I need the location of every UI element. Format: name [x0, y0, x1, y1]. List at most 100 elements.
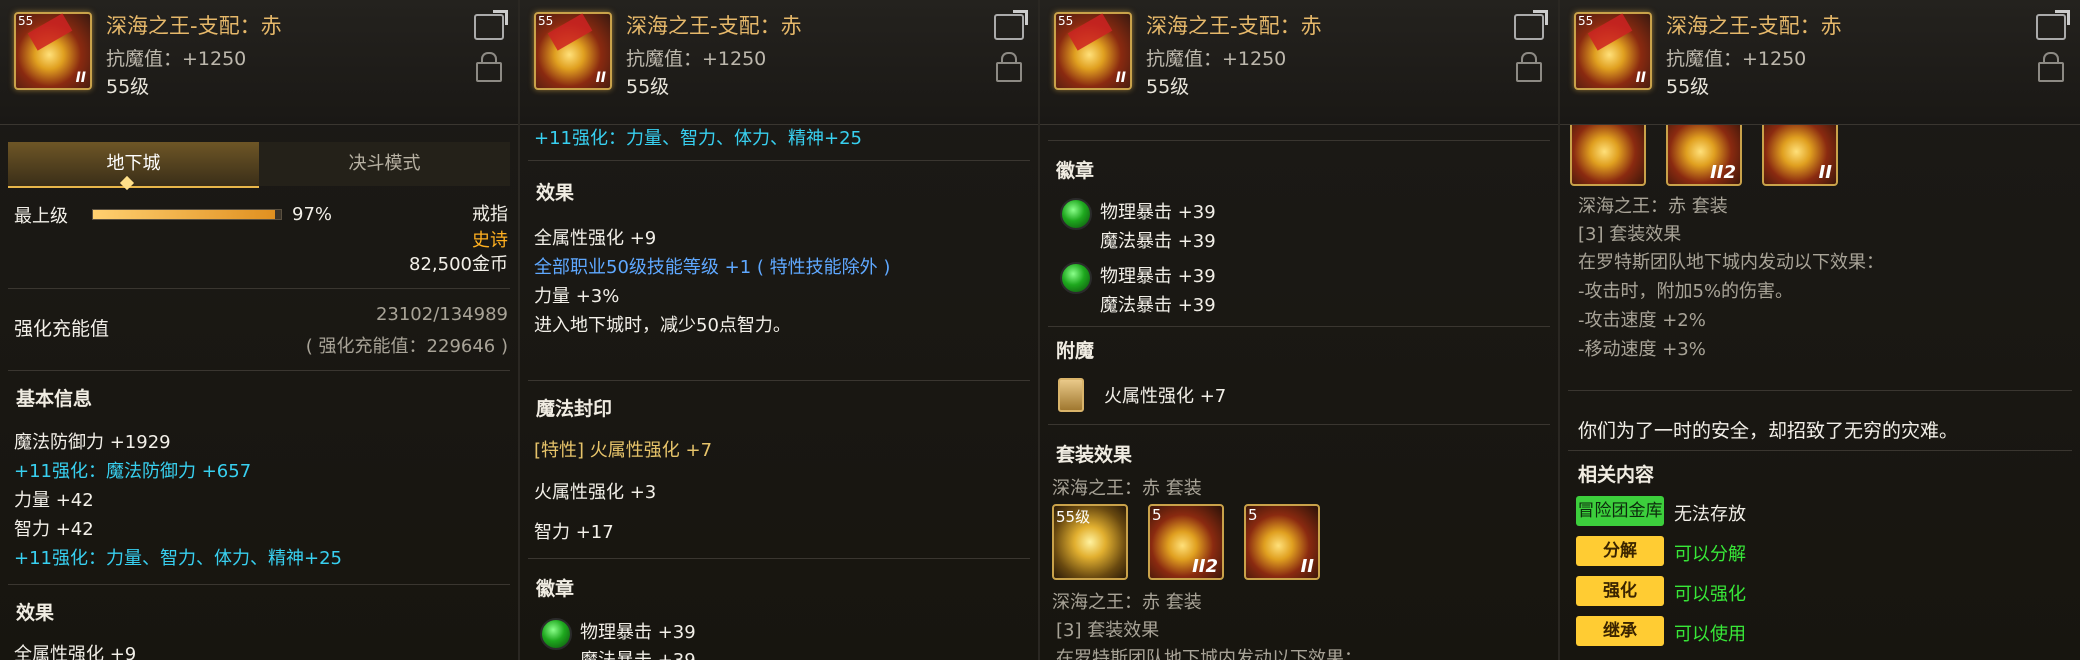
divider	[8, 288, 510, 289]
item-stat: 抗魔值：+1250	[626, 48, 767, 70]
enchant-title: 附魔	[1056, 340, 1095, 362]
lock-icon[interactable]	[1516, 52, 1542, 82]
set-title: 套装效果	[1056, 444, 1133, 466]
item-icon: 55 II	[1054, 12, 1132, 90]
item-name: 深海之王-支配：赤	[1146, 14, 1322, 38]
item-name: 深海之王-支配：赤	[106, 14, 282, 38]
effect-line: 全属性强化 +9	[534, 228, 657, 249]
set-effect-line: -移动速度 +3%	[1578, 339, 1706, 360]
grade-percent: 97%	[292, 204, 333, 225]
ribbon-icon	[547, 13, 593, 51]
item-type: 戒指	[472, 204, 508, 225]
emblem-line: 魔法暴击 +39	[1100, 231, 1216, 252]
item-price: 82,500金币	[409, 254, 508, 275]
item-stat: 抗魔值：+1250	[1146, 48, 1287, 70]
disassemble-status: 可以分解	[1674, 544, 1746, 565]
set-item-icon[interactable]: 5 II	[1244, 504, 1320, 580]
charge-sub: ( 强化充能值：229646 )	[305, 336, 508, 357]
flavor-text: 你们为了一时的安全，却招致了无穷的灾难。	[1578, 420, 1959, 442]
divider	[1048, 424, 1550, 425]
set-item-icon[interactable]: 5 II2	[1148, 504, 1224, 580]
set-item-level: 5	[1248, 506, 1258, 524]
inherit-tag[interactable]: 继承	[1576, 616, 1664, 646]
set-effect-line: 在罗特斯团队地下城内发动以下效果：	[1578, 252, 1884, 273]
ribbon-icon	[1067, 13, 1113, 51]
set-effect-label: [3] 套装效果	[1056, 620, 1160, 641]
disassemble-tag[interactable]: 分解	[1576, 536, 1664, 566]
share-icon[interactable]	[474, 14, 504, 40]
ribbon-icon	[27, 13, 73, 51]
icon-level-tag: 55	[18, 14, 34, 28]
item-stat: 抗魔值：+1250	[106, 48, 247, 70]
inherit-status: 可以使用	[1674, 624, 1746, 645]
item-icon: 55 II	[534, 12, 612, 90]
lock-icon[interactable]	[476, 52, 502, 82]
lock-icon[interactable]	[996, 52, 1022, 82]
share-icon[interactable]	[2036, 14, 2066, 40]
item-name: 深海之王-支配：赤	[1666, 14, 1842, 38]
guild-vault-tag: 冒险团金库	[1576, 496, 1664, 526]
item-name: 深海之王-支配：赤	[626, 14, 802, 38]
item-level: 55级	[1666, 76, 1710, 98]
emblem-line: 物理暴击 +39	[1100, 266, 1216, 287]
emblem-line: 物理暴击 +39	[1100, 202, 1216, 223]
item-rarity: 史诗	[472, 230, 508, 251]
tab-dungeon[interactable]: 地下城	[8, 142, 259, 188]
basic-line: +11强化：力量、智力、体力、精神+25	[534, 128, 862, 149]
emblem-line: 魔法暴击 +39	[580, 646, 696, 660]
emblem-title: 徽章	[536, 578, 575, 600]
basic-line: 魔法防御力 +1929	[14, 432, 171, 453]
icon-level-tag: 55	[1058, 14, 1074, 28]
share-icon[interactable]	[994, 14, 1024, 40]
enchant-card-icon	[1058, 378, 1084, 412]
tooltip-panel-2: 55 II 深海之王-支配：赤 抗魔值：+1250 55级 +11强化：力量、智…	[520, 0, 1040, 660]
enchant-line: 火属性强化 +7	[1104, 386, 1227, 407]
set-item-mark: II2	[1710, 162, 1736, 183]
effect-title: 效果	[536, 182, 575, 204]
charge-label: 强化充能值	[14, 318, 110, 340]
green-gem-icon	[1060, 262, 1092, 294]
divider	[1568, 450, 2072, 451]
divider	[528, 160, 1030, 161]
set-name: 深海之王：赤 套装	[1052, 478, 1202, 499]
icon-level-tag: 55	[1578, 14, 1594, 28]
reinforce-tag[interactable]: 强化	[1576, 576, 1664, 606]
icon-mark: II	[595, 70, 606, 86]
set-effect-line: 在罗特斯团队地下城内发动以下效果：	[1056, 648, 1362, 660]
item-header: 55 II 深海之王-支配：赤 抗魔值：+1250 55级	[0, 0, 518, 125]
set-effect-line: -攻击速度 +2%	[1578, 310, 1706, 331]
reinforce-status: 可以强化	[1674, 584, 1746, 605]
set-item-icon[interactable]: 55级	[1052, 504, 1128, 580]
seal-title: 魔法封印	[536, 398, 613, 420]
divider	[528, 380, 1030, 381]
tooltip-panel-4: II2 II 55 II 深海之王-支配：赤 抗魔值：+1250 55级 深海之…	[1560, 0, 2080, 660]
set-item-mark: II	[1818, 162, 1832, 183]
icon-mark: II	[1635, 70, 1646, 86]
set-name: 深海之王：赤 套装	[1578, 196, 1728, 217]
divider	[1048, 326, 1550, 327]
green-gem-icon	[540, 618, 572, 650]
seal-line: [特性] 火属性强化 +7	[534, 440, 713, 461]
tab-duel[interactable]: 决斗模式	[259, 142, 510, 186]
guild-vault-status: 无法存放	[1674, 504, 1746, 525]
basic-info-title: 基本信息	[16, 388, 93, 410]
item-header: 55 II 深海之王-支配：赤 抗魔值：+1250 55级	[1040, 0, 1558, 125]
share-icon[interactable]	[1514, 14, 1544, 40]
seal-line: 智力 +17	[534, 522, 614, 543]
icon-mark: II	[75, 70, 86, 86]
lock-icon[interactable]	[2038, 52, 2064, 82]
divider	[8, 584, 510, 585]
set-effect-label: [3] 套装效果	[1578, 224, 1682, 245]
item-level: 55级	[626, 76, 670, 98]
grade-bar	[92, 209, 282, 220]
set-name: 深海之王：赤 套装	[1052, 592, 1202, 613]
emblem-line: 物理暴击 +39	[580, 622, 696, 643]
charge-value: 23102/134989	[375, 304, 508, 325]
divider	[1048, 140, 1550, 141]
item-header: 55 II 深海之王-支配：赤 抗魔值：+1250 55级	[520, 0, 1038, 125]
item-icon: 55 II	[1574, 12, 1652, 90]
emblem-title: 徽章	[1056, 160, 1095, 182]
effect-title: 效果	[16, 602, 55, 624]
ribbon-icon	[1587, 13, 1633, 51]
set-item-mark: II	[1300, 556, 1314, 577]
